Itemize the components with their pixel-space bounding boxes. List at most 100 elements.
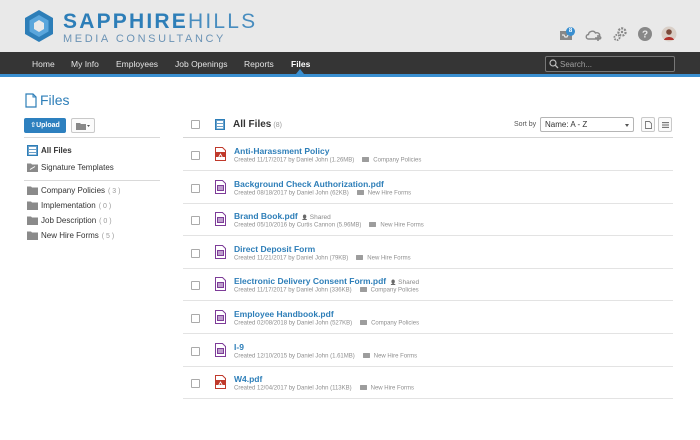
brand-subtitle: MEDIA CONSULTANCY (63, 33, 226, 45)
upload-button[interactable]: ⇧Upload (24, 118, 66, 133)
file-name-link[interactable]: Background Check Authorization.pdf (234, 179, 384, 189)
file-name: Direct Deposit Form (234, 243, 316, 254)
folder-icon (359, 287, 367, 293)
folder-dropdown-icon (76, 123, 90, 130)
form-file-icon (215, 342, 226, 357)
svg-text:?: ? (642, 30, 648, 41)
file-icon (25, 93, 37, 108)
folder-count: ( 0 ) (98, 203, 112, 210)
row-checkbox[interactable] (191, 314, 200, 323)
list-view-button[interactable] (658, 117, 672, 132)
upload-label: Upload (36, 122, 60, 129)
file-folder: New Hire Forms (373, 353, 418, 360)
file-name: Anti-Harassment Policy (234, 146, 330, 156)
row-checkbox[interactable] (191, 248, 200, 258)
file-row[interactable]: Brand Book.pdf 👤 Shared Created 05/10/2016… (183, 204, 673, 237)
file-name-link[interactable]: Employee Handbook.pdf (234, 309, 334, 319)
file-meta: Created 12/10/2015 by Daniel John (1.61M… (234, 352, 418, 360)
file-folder: Company Policies (371, 320, 420, 327)
all-files-icon (27, 145, 38, 156)
sort-select[interactable]: Name: A - Z (540, 117, 634, 132)
folder-label: New Hire Forms (41, 231, 99, 240)
file-folder: Company Policies (370, 287, 419, 294)
file-created: Created 11/21/2017 by Daniel John (79KB) (234, 255, 349, 262)
file-meta: Created 08/18/2017 by Daniel John (62KB)… (234, 189, 412, 197)
file-row[interactable]: I-9 Created 12/10/2015 by Daniel John (1.… (183, 335, 673, 367)
inbox-badge: 8 (566, 27, 575, 36)
file-name: Employee Handbook.pdf (234, 309, 334, 319)
cloud-add-icon[interactable] (584, 26, 603, 42)
file-name: Background Check Authorization.pdf (234, 178, 384, 189)
file-meta: Created 11/17/2017 by Daniel John (336KB… (234, 287, 419, 294)
file-name: Electronic Delivery Consent Form.pdf (234, 276, 387, 287)
row-checkbox[interactable] (191, 281, 200, 291)
form-file-icon (215, 179, 226, 194)
row-checkbox[interactable] (191, 151, 200, 160)
file-meta: Created 05/10/2016 by Curtis Cannon (5.9… (234, 222, 424, 229)
folder-dropdown-button[interactable] (71, 118, 95, 133)
file-name-link[interactable]: Brand Book.pdf 👤 Shared (234, 211, 331, 221)
file-row[interactable]: Background Check Authorization.pdf Create… (183, 172, 673, 204)
folder-icon (27, 186, 38, 195)
folder-count: ( 3 ) (108, 188, 121, 195)
file-created: Created 08/18/2017 by Daniel John (62KB) (234, 190, 349, 197)
nav-my-info[interactable]: My Info (71, 52, 99, 74)
nav-employees[interactable]: Employees (116, 52, 158, 74)
app-header: SAPPHIREHILLS MEDIA CONSULTANCY 8 ? (0, 0, 700, 52)
form-file-icon (215, 277, 226, 292)
export-button[interactable] (641, 117, 655, 132)
form-file-icon (215, 212, 226, 227)
file-name-link[interactable]: I-9 (234, 342, 244, 352)
gears-icon[interactable] (612, 26, 628, 42)
search-box[interactable] (545, 56, 675, 72)
file-created: Created 12/04/2017 by Daniel John (113KB… (234, 385, 352, 392)
divider (24, 180, 160, 181)
form-file-icon (215, 244, 226, 259)
nav-job-openings[interactable]: Job Openings (175, 52, 227, 74)
row-checkbox[interactable] (191, 379, 200, 389)
row-checkbox[interactable] (191, 346, 200, 356)
search-input[interactable] (560, 58, 672, 70)
select-all-checkbox[interactable] (191, 120, 200, 129)
file-row[interactable]: W4.pdf Created 12/04/2017 by Daniel John … (183, 367, 673, 400)
shared-indicator: 👤 Shared (390, 279, 419, 286)
chevron-down-icon (625, 124, 629, 127)
file-name-link[interactable]: Electronic Delivery Consent Form.pdf 👤 Sh… (234, 276, 419, 286)
file-folder: New Hire Forms (370, 385, 414, 392)
file-created: Created 11/17/2017 by Daniel John (1.26M… (234, 157, 355, 164)
folder-label: Company Policies (41, 186, 106, 195)
brand-name-strong: SAPPHIRE (63, 10, 188, 33)
main-nav: Home My Info Employees Job Openings Repo… (0, 52, 700, 77)
row-checkbox[interactable] (191, 183, 200, 193)
user-avatar[interactable] (661, 26, 677, 42)
file-folder: New Hire Forms (367, 190, 412, 197)
file-meta: Created 02/08/2018 by Daniel John (527KB… (234, 320, 419, 327)
file-meta: Created 11/17/2017 by Daniel John (1.26M… (234, 157, 421, 164)
file-created: Created 05/10/2016 by Curtis Cannon (5.9… (234, 222, 362, 229)
file-meta: Created 12/04/2017 by Daniel John (113KB… (234, 385, 414, 392)
file-row[interactable]: Employee Handbook.pdf Created 02/08/2018 … (183, 302, 673, 334)
help-icon[interactable]: ? (637, 26, 653, 42)
file-name: Brand Book.pdf (234, 211, 298, 222)
page-title-text: Files (40, 92, 70, 108)
file-folder: New Hire Forms (367, 255, 411, 262)
file-name-link[interactable]: Direct Deposit Form (234, 244, 315, 254)
file-name-link[interactable]: W4.pdf (234, 374, 262, 384)
left-item-label: All Files (41, 146, 72, 155)
folder-label: Implementation (41, 201, 96, 210)
file-row[interactable]: Anti-Harassment Policy Created 11/17/2017… (183, 139, 673, 171)
active-tab-indicator (296, 69, 304, 74)
file-row[interactable]: Electronic Delivery Consent Form.pdf 👤 Sh… (183, 269, 673, 302)
nav-reports[interactable]: Reports (244, 52, 274, 74)
file-row[interactable]: Direct Deposit Form Created 11/21/2017 by… (183, 237, 673, 269)
file-created: Created 12/10/2015 by Daniel John (1.61M… (234, 353, 355, 360)
file-name-link[interactable]: Anti-Harassment Policy (234, 146, 329, 156)
list-count: (8) (273, 122, 282, 129)
nav-home[interactable]: Home (32, 52, 55, 74)
divider (24, 137, 160, 138)
file-name: I-9 (234, 341, 244, 352)
folder-icon (360, 320, 368, 325)
pdf-file-icon (215, 375, 226, 390)
sort-value: Name: A - Z (545, 120, 588, 129)
row-checkbox[interactable] (191, 216, 200, 226)
